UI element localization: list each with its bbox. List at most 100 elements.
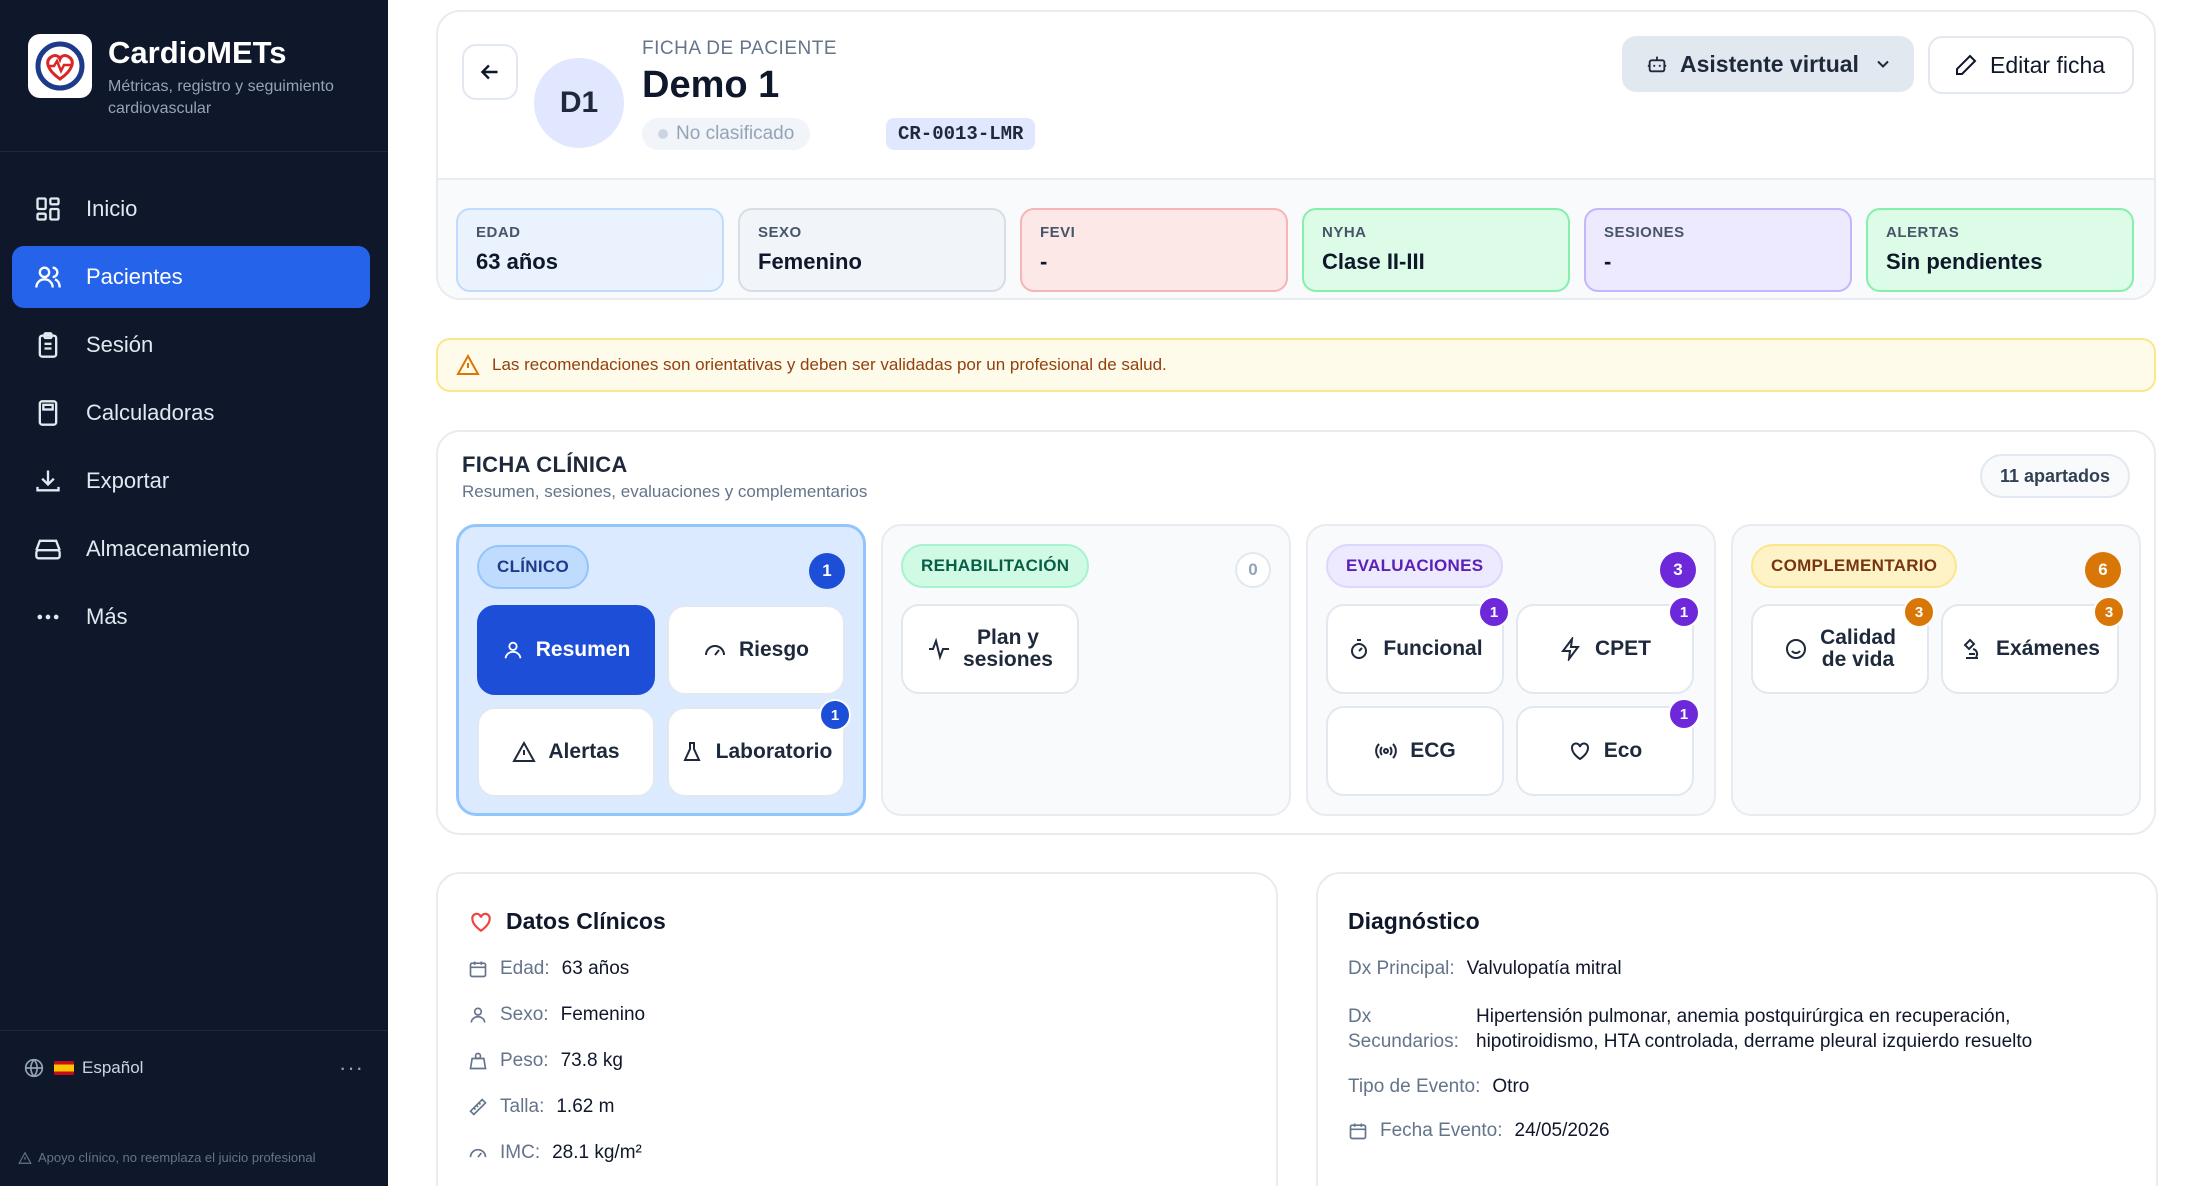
sidebar-item-label: Calculadoras [86,400,215,425]
tile-label: Funcional [1383,637,1483,660]
tile-label: Resumen [535,638,631,661]
flask-icon [680,740,704,764]
disclaimer: Apoyo clínico, no reemplaza el juicio pr… [18,1150,316,1165]
tile-resumen[interactable]: Resumen [477,605,655,695]
heart-icon [471,912,491,932]
stat-nyha: NYHA Clase II-III [1302,208,1570,292]
users-icon [32,261,64,293]
ficha-subtitle: Resumen, sesiones, evaluaciones y comple… [462,482,868,501]
weight-icon [468,1051,488,1071]
sidebar-nav: Inicio Pacientes Sesión Calculadoras Exp… [12,178,370,654]
sidebar-item-label: Almacenamiento [86,536,250,561]
tile-label-line2: sesiones [963,648,1053,671]
group-tag-evaluaciones[interactable]: EVALUACIONES [1326,544,1504,588]
tile-badge: 1 [1668,698,1700,730]
group-count: 3 [1660,552,1696,588]
sidebar-item-pacientes[interactable]: Pacientes [12,246,370,308]
alert-icon [512,740,537,764]
datos-row-peso: Peso: 73.8 kg [468,1050,623,1072]
download-icon [32,465,64,497]
sidebar-item-inicio[interactable]: Inicio [12,178,370,240]
datos-value: 63 años [561,958,630,979]
brand-title: CardioMETs [108,35,287,70]
ruler-icon [468,1097,488,1117]
datos-key: Sexo: [500,1004,549,1025]
sidebar-item-calculadoras[interactable]: Calculadoras [12,382,370,444]
fecha-evento-row: Fecha Evento: 24/05/2026 [1348,1120,1610,1142]
tipo-evento-key: Tipo de Evento: [1348,1076,1481,1097]
sidebar-item-almacenamiento[interactable]: Almacenamiento [12,518,370,580]
stat-label: FEVI [1040,224,1076,241]
tile-eco[interactable]: Eco 1 [1516,698,1700,796]
user-icon [502,639,524,661]
group-complementario: COMPLEMENTARIO 6 Calidad de vida 3 Exáme… [1731,524,2141,816]
tile-label: Riesgo [738,638,809,661]
tile-calidad-vida[interactable]: Calidad de vida 3 [1751,596,1935,694]
patient-id-badge: CR-0013-LMR [886,118,1036,150]
avatar: D1 [534,58,624,148]
tile-alertas[interactable]: Alertas [477,707,655,797]
assistant-button[interactable]: Asistente virtual [1622,36,1914,92]
datos-title: Datos Clínicos [468,908,666,935]
stat-value: Femenino [758,249,862,274]
tile-badge: 1 [1478,596,1510,628]
status-badge-label: No clasificado [676,123,795,144]
status-dot-icon [658,129,668,139]
ficha-title: FICHA CLÍNICA [462,452,628,477]
group-count: 6 [2085,552,2121,588]
sidebar: CardioMETs Métricas, registro y seguimie… [0,0,388,1186]
stat-label: EDAD [476,224,521,241]
stat-value: - [1040,249,1048,274]
stat-alertas: ALERTAS Sin pendientes [1866,208,2134,292]
sections-count-badge: 11 apartados [1979,454,2130,498]
datos-title-label: Datos Clínicos [506,908,666,934]
group-evaluaciones: EVALUACIONES 3 Funcional 1 CPET 1 ECG Ec… [1306,524,1716,816]
spain-flag-icon [54,1061,74,1075]
tile-laboratorio[interactable]: Laboratorio 1 [667,699,851,797]
tile-riesgo[interactable]: Riesgo [667,605,845,695]
stat-sesiones: SESIONES - [1584,208,1852,292]
tile-funcional[interactable]: Funcional 1 [1326,596,1510,694]
patient-header-card: D1 FICHA DE PACIENTE Demo 1 No clasifica… [436,10,2156,300]
group-tag-rehabilitacion[interactable]: REHABILITACIÓN [901,544,1090,588]
ficha-clinica-card: FICHA CLÍNICA Resumen, sesiones, evaluac… [436,430,2156,835]
group-tag-complementario[interactable]: COMPLEMENTARIO [1751,544,1958,588]
group-tag-clinico[interactable]: CLÍNICO [477,545,589,589]
tile-ecg[interactable]: ECG [1326,706,1504,796]
sidebar-item-mas[interactable]: Más [12,586,370,648]
storage-icon [32,533,64,565]
datos-clinicos-card: Datos Clínicos Edad: 63 años Sexo: Femen… [436,872,1278,1186]
group-count: 0 [1235,552,1271,588]
datos-key: Peso: [500,1050,549,1071]
brand[interactable]: CardioMETs Métricas, registro y seguimie… [28,34,368,120]
tile-examenes[interactable]: Exámenes 3 [1941,596,2125,694]
group-count: 1 [809,553,845,589]
activity-icon [927,637,951,661]
brand-subtitle: Métricas, registro y seguimiento cardiov… [108,78,334,117]
stat-value: Clase II-III [1322,249,1425,274]
sidebar-item-sesion[interactable]: Sesión [12,314,370,376]
group-clinico: CLÍNICO 1 Resumen Riesgo Alertas Laborat… [456,524,866,816]
tile-badge: 3 [1903,596,1935,628]
tile-badge: 3 [2093,596,2125,628]
user-icon [468,1005,488,1025]
more-options-icon[interactable]: ··· [339,1055,364,1081]
datos-key: Edad: [500,958,550,979]
back-button[interactable] [462,44,518,100]
sidebar-item-label: Sesión [86,332,154,357]
edit-record-button[interactable]: Editar ficha [1928,36,2134,94]
tile-plan-sesiones[interactable]: Plan y sesiones [901,604,1079,694]
sidebar-item-exportar[interactable]: Exportar [12,450,370,512]
diagnostico-title: Diagnóstico [1348,908,1480,934]
calendar-icon [1348,1121,1368,1141]
tile-label: Alertas [548,740,620,763]
tile-label-line1: Calidad [1820,626,1896,649]
dx-secundarios-key: Dx Secundarios: [1348,1006,1459,1052]
tile-label: ECG [1410,739,1456,762]
tile-cpet[interactable]: CPET 1 [1516,596,1700,694]
gauge-icon [468,1143,488,1163]
language-selector[interactable]: Español ··· [24,1053,364,1083]
stat-label: SESIONES [1604,224,1685,241]
dx-principal-value: Valvulopatía mitral [1466,958,1622,979]
calendar-icon [468,959,488,979]
